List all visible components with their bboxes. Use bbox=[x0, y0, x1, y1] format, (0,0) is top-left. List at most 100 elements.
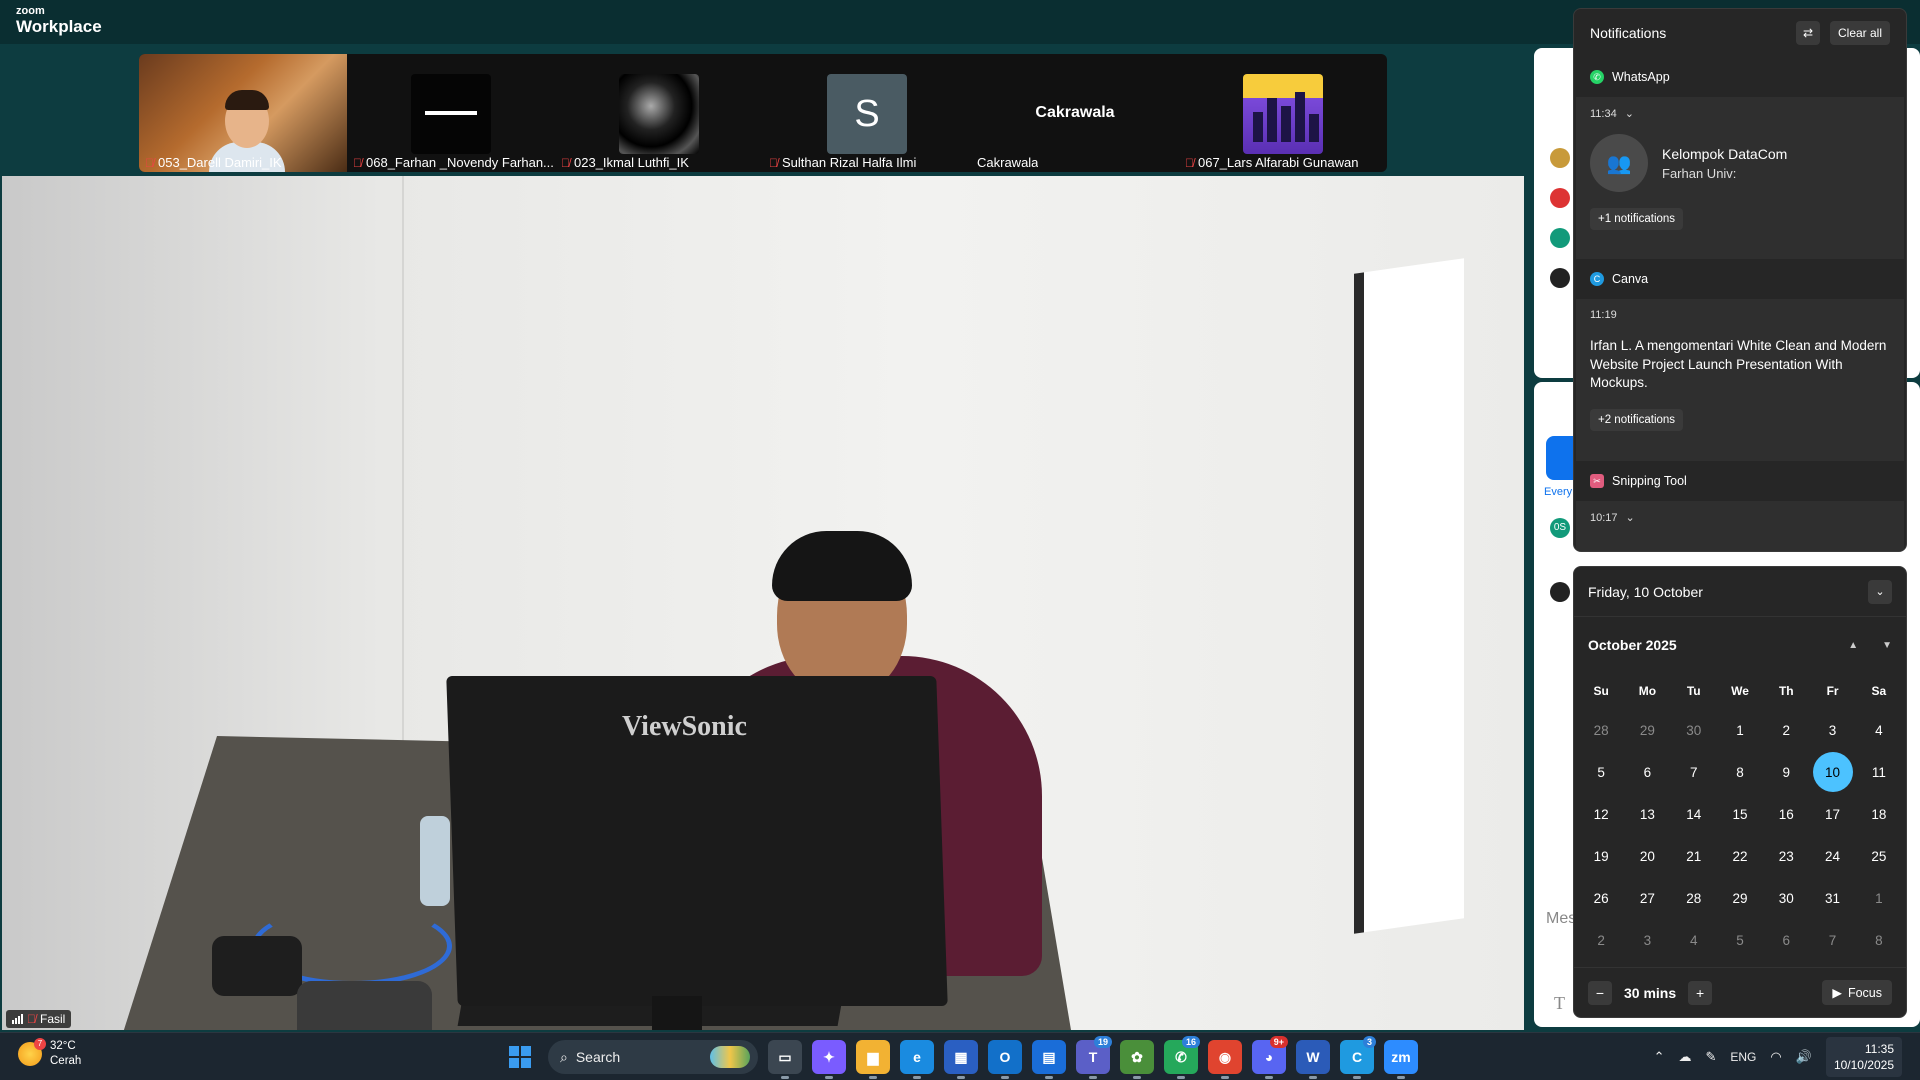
cloud-icon[interactable]: ☁ bbox=[1678, 1049, 1691, 1065]
trello-icon[interactable]: ▤ bbox=[1032, 1040, 1066, 1079]
app-extra-icon[interactable]: ✿ bbox=[1120, 1040, 1154, 1079]
notification-app-snipping-tool[interactable]: ✂ Snipping Tool bbox=[1574, 461, 1906, 501]
month-label[interactable]: October 2025 bbox=[1588, 637, 1677, 653]
language-indicator[interactable]: ENG bbox=[1730, 1050, 1756, 1064]
calendar-day[interactable]: 4 bbox=[1856, 709, 1902, 751]
calendar-day[interactable]: 24 bbox=[1809, 835, 1855, 877]
calendar-day[interactable]: 7 bbox=[1809, 919, 1855, 961]
next-month-icon[interactable]: ▼ bbox=[1882, 640, 1892, 651]
calendar-day[interactable]: 17 bbox=[1809, 793, 1855, 835]
participant-tile[interactable]: S 🎙̸ Sulthan Rizal Halfa Ilmi bbox=[763, 54, 971, 172]
previous-month-icon[interactable]: ▲ bbox=[1848, 640, 1858, 651]
calendar-day[interactable]: 5 bbox=[1578, 751, 1624, 793]
calendar-day[interactable]: 28 bbox=[1671, 877, 1717, 919]
calendar-day[interactable]: 2 bbox=[1578, 919, 1624, 961]
weather-widget[interactable]: 7 32°C Cerah bbox=[18, 1038, 82, 1069]
main-speaker-video[interactable]: ViewSonic 🎙̸ Fasil bbox=[2, 176, 1524, 1030]
copilot-icon[interactable]: ✦ bbox=[812, 1040, 846, 1079]
calendar-day[interactable]: 3 bbox=[1809, 709, 1855, 751]
clear-all-button[interactable]: Clear all bbox=[1829, 21, 1890, 45]
calendar-day[interactable]: 31 bbox=[1809, 877, 1855, 919]
weather-desc: Cerah bbox=[50, 1055, 82, 1067]
canva-icon[interactable]: C3 bbox=[1340, 1036, 1376, 1079]
participant-tile[interactable]: 🎙̸ 068_Farhan _Novendy Farhan... bbox=[347, 54, 555, 172]
calendar-day[interactable]: 18 bbox=[1856, 793, 1902, 835]
chevron-down-icon[interactable]: ⌄ bbox=[1868, 579, 1892, 604]
notification-card[interactable]: 11:34 ⌄ 👥 Kelompok DataCom Farhan Univ: … bbox=[1576, 97, 1904, 259]
wifi-icon[interactable]: ◠ bbox=[1770, 1049, 1781, 1065]
focus-button[interactable]: ▶ Focus bbox=[1822, 980, 1892, 1005]
calendar-day[interactable]: 3 bbox=[1624, 919, 1670, 961]
notification-app-canva[interactable]: C Canva bbox=[1574, 259, 1906, 299]
text-format-icon[interactable]: T bbox=[1554, 993, 1565, 1014]
calendar-day[interactable]: 1 bbox=[1717, 709, 1763, 751]
task-view-icon[interactable]: ▭ bbox=[768, 1040, 802, 1079]
pen-icon[interactable]: ✎ bbox=[1705, 1049, 1716, 1065]
calendar-day[interactable]: 22 bbox=[1717, 835, 1763, 877]
calendar-day-today[interactable]: 10 bbox=[1809, 751, 1855, 793]
message-input[interactable]: Mes bbox=[1546, 910, 1576, 928]
calendar-day[interactable]: 29 bbox=[1624, 709, 1670, 751]
store-icon[interactable]: ▦ bbox=[944, 1040, 978, 1079]
projector-screen bbox=[1354, 258, 1464, 934]
calendar-day[interactable]: 2 bbox=[1763, 709, 1809, 751]
discord-icon[interactable]: ◕ 9+ bbox=[1252, 1036, 1288, 1079]
chrome-icon[interactable]: ◉ bbox=[1208, 1040, 1242, 1079]
calendar-day[interactable]: 11 bbox=[1856, 751, 1902, 793]
calendar-day[interactable]: 28 bbox=[1578, 709, 1624, 751]
notification-app-whatsapp[interactable]: ✆ WhatsApp bbox=[1574, 57, 1906, 97]
calendar-day[interactable]: 4 bbox=[1671, 919, 1717, 961]
notification-card[interactable]: 11:19 Irfan L. A mengomentari White Clea… bbox=[1576, 299, 1904, 461]
file-explorer-icon[interactable]: ▆ bbox=[856, 1040, 890, 1079]
teams-icon[interactable]: T 19 bbox=[1076, 1036, 1112, 1079]
volume-icon[interactable]: 🔊 bbox=[1796, 1049, 1812, 1065]
more-notifications-button[interactable]: +2 notifications bbox=[1590, 408, 1684, 431]
word-icon[interactable]: W bbox=[1296, 1040, 1330, 1079]
calendar-day[interactable]: 30 bbox=[1671, 709, 1717, 751]
zoom-icon[interactable]: zm bbox=[1384, 1040, 1418, 1079]
participant-name: 023_Ikmal Luthfi_IK bbox=[574, 155, 689, 170]
start-button[interactable] bbox=[502, 1039, 538, 1075]
calendar-day[interactable]: 29 bbox=[1717, 877, 1763, 919]
calendar-day[interactable]: 23 bbox=[1763, 835, 1809, 877]
notification-card[interactable]: 10:17 ⌄ bbox=[1576, 501, 1904, 551]
calendar-day[interactable]: 7 bbox=[1671, 751, 1717, 793]
calendar-day[interactable]: 27 bbox=[1624, 877, 1670, 919]
minus-icon[interactable]: − bbox=[1588, 980, 1612, 1005]
chevron-down-icon[interactable]: ⌄ bbox=[1626, 511, 1635, 524]
participant-tile[interactable]: Cakrawala Cakrawala bbox=[971, 54, 1179, 172]
chevron-up-icon[interactable]: ⌃ bbox=[1654, 1049, 1665, 1065]
calendar-day[interactable]: 14 bbox=[1671, 793, 1717, 835]
calendar-day[interactable]: 13 bbox=[1624, 793, 1670, 835]
clock[interactable]: 11:35 10/10/2025 bbox=[1825, 1037, 1902, 1077]
chevron-down-icon[interactable]: ⌄ bbox=[1625, 107, 1634, 120]
calendar-day[interactable]: 21 bbox=[1671, 835, 1717, 877]
participant-tile[interactable]: 🎙̸ 023_Ikmal Luthfi_IK bbox=[555, 54, 763, 172]
do-not-disturb-icon[interactable]: ⇄ bbox=[1795, 21, 1820, 45]
calendar-day[interactable]: 6 bbox=[1763, 919, 1809, 961]
participant-tile[interactable]: 🎙̸ 053_Darell Damiri_IK bbox=[139, 54, 347, 172]
whatsapp-icon[interactable]: ✆ 16 bbox=[1164, 1036, 1200, 1079]
calendar-day[interactable]: 30 bbox=[1763, 877, 1809, 919]
calendar-day[interactable]: 20 bbox=[1624, 835, 1670, 877]
calendar-day[interactable]: 12 bbox=[1578, 793, 1624, 835]
calendar-day[interactable]: 5 bbox=[1717, 919, 1763, 961]
calendar-day[interactable]: 8 bbox=[1717, 751, 1763, 793]
calendar-day[interactable]: 6 bbox=[1624, 751, 1670, 793]
calendar-day[interactable]: 16 bbox=[1763, 793, 1809, 835]
plus-icon[interactable]: + bbox=[1688, 980, 1713, 1005]
calendar-day[interactable]: 1 bbox=[1856, 877, 1902, 919]
participant-tile[interactable]: 🎙̸ 067_Lars Alfarabi Gunawan bbox=[1179, 54, 1387, 172]
edge-icon[interactable]: e bbox=[900, 1040, 934, 1079]
mic-muted-icon: 🎙̸ bbox=[1185, 155, 1194, 170]
search-input[interactable]: ⌕ Search bbox=[548, 1040, 758, 1074]
calendar-day[interactable]: 8 bbox=[1856, 919, 1902, 961]
calendar-day[interactable]: 26 bbox=[1578, 877, 1624, 919]
outlook-icon[interactable]: O bbox=[988, 1040, 1022, 1079]
calendar-day[interactable]: 15 bbox=[1717, 793, 1763, 835]
more-notifications-button[interactable]: +1 notifications bbox=[1590, 208, 1684, 230]
calendar-day[interactable]: 25 bbox=[1856, 835, 1902, 877]
calendar-day[interactable]: 19 bbox=[1578, 835, 1624, 877]
calendar-day[interactable]: 9 bbox=[1763, 751, 1809, 793]
participant-name: Sulthan Rizal Halfa Ilmi bbox=[782, 155, 917, 170]
